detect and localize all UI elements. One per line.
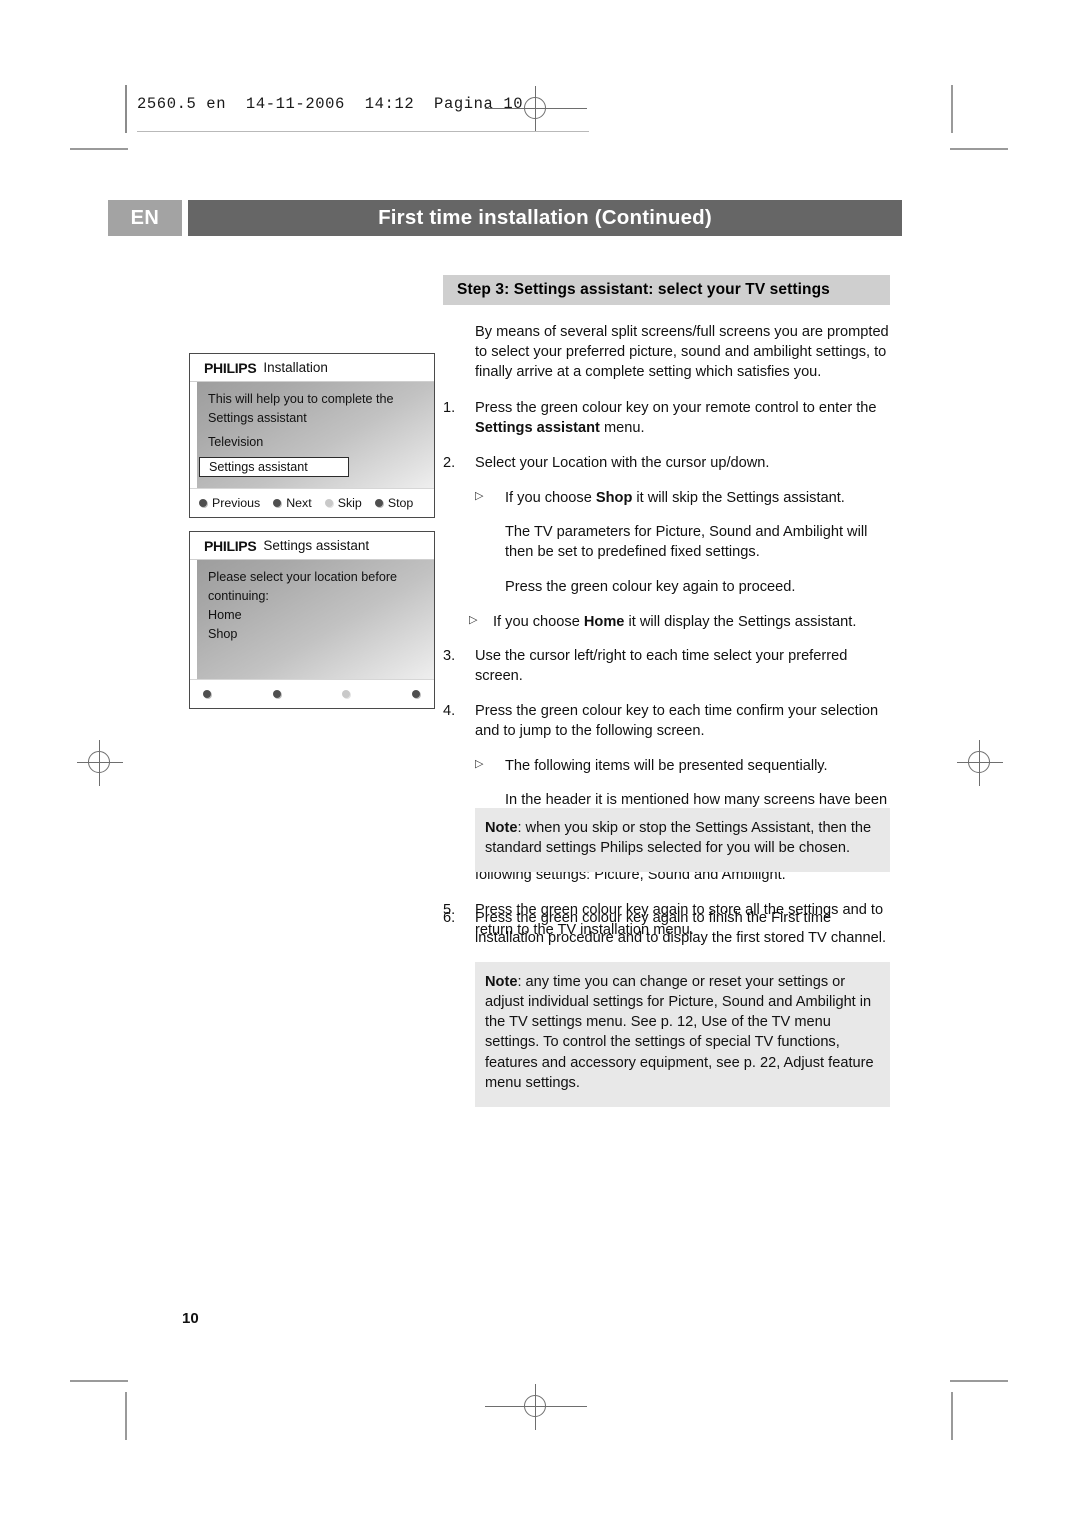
step-2-sub-1-cont-1: The TV parameters for Picture, Sound and… xyxy=(505,524,868,561)
step-2-sub-2-bold: Home xyxy=(583,613,625,630)
step-2-sub-1-cont-2: Press the green colour key again to proc… xyxy=(505,578,796,595)
step-2-sub-2-pre: If you choose xyxy=(493,613,584,630)
step-3-text: Use the cursor left/right to each time s… xyxy=(475,648,848,685)
step-2-number: 2. xyxy=(443,454,456,471)
crop-mark-bottom-left-horizontal xyxy=(70,1380,128,1382)
step-4-sub-1-text: The following items will be presented se… xyxy=(505,757,828,774)
tv-screen-2-line-1: Please select your location before xyxy=(208,570,398,584)
crop-mark-bottom-left-vertical xyxy=(125,1392,127,1440)
crop-mark-top-right-vertical xyxy=(951,85,953,133)
step-1-number: 1. xyxy=(443,400,456,417)
page-number: 10 xyxy=(182,1310,199,1327)
tv-screen-2-footer xyxy=(190,679,434,708)
tv-button-red[interactable] xyxy=(203,690,216,698)
language-badge: EN xyxy=(108,200,182,236)
registration-mark-left-middle xyxy=(77,740,123,786)
tv-screen-1-footer: Previous Next Skip Stop xyxy=(190,488,434,517)
note-box-2: Note: any time you can change or reset y… xyxy=(475,962,890,1107)
tv-button-stop[interactable]: Stop xyxy=(374,496,414,510)
tv-screen-2-titlebar: PHILIPS Settings assistant xyxy=(190,532,434,559)
tv-button-green[interactable] xyxy=(273,690,286,698)
tv-button-skip[interactable]: Skip xyxy=(324,496,362,510)
step-4-number: 4. xyxy=(443,702,456,719)
crop-mark-bottom-right-vertical xyxy=(951,1392,953,1440)
tv-screen-2-option-shop[interactable]: Shop xyxy=(208,625,424,644)
tv-screen-1-line-1: This will help you to complete the Setti… xyxy=(208,392,394,425)
step-2-sub-2-post: it will display the Settings assistant. xyxy=(624,613,857,630)
registration-mark-right-middle xyxy=(957,740,1003,786)
crop-mark-bottom-right-horizontal xyxy=(950,1380,1008,1382)
tv-screen-1-left-stub xyxy=(190,382,197,488)
tv-screen-2-title: Settings assistant xyxy=(263,538,370,553)
step-1: 1. Press the green colour key on your rem… xyxy=(443,398,891,438)
tv-screen-2-body: Please select your location before conti… xyxy=(190,559,434,679)
step-4-sub-1: ▷ The following items will be presented s… xyxy=(443,756,891,776)
philips-logo: PHILIPS xyxy=(204,359,257,376)
philips-logo: PHILIPS xyxy=(204,537,257,554)
step-1-text-bold: Settings assistant xyxy=(475,420,600,437)
step-3: 3. Use the cursor left/right to each time… xyxy=(443,646,891,686)
note-1-body: : when you skip or stop the Settings Ass… xyxy=(485,820,872,857)
step-4-text: Press the green colour key to each time … xyxy=(475,702,879,740)
note-box-1: Note: when you skip or stop the Settings… xyxy=(475,808,890,873)
page-title: First time installation (Continued) xyxy=(188,200,902,236)
step-header: Step 3: Settings assistant: select your … xyxy=(443,275,890,305)
yellow-dot-icon xyxy=(342,690,350,698)
step-6-number: 6. xyxy=(443,909,456,926)
intro-paragraph: By means of several split screens/full s… xyxy=(475,324,889,381)
step-2-sub-1-bold: Shop xyxy=(595,489,633,506)
step-2-sub-2: ▷ If you choose Home it will display the … xyxy=(443,612,891,632)
page-title-band: EN First time installation (Continued) xyxy=(108,200,902,236)
tv-screen-settings-assistant: PHILIPS Settings assistant Please select… xyxy=(189,531,435,709)
note-2-second-paragraph: To control the settings of special TV fu… xyxy=(485,1034,874,1091)
step-3-number: 3. xyxy=(443,648,456,665)
slug-divider xyxy=(125,85,127,133)
blue-dot-icon xyxy=(374,499,383,507)
step-4: 4. Press the green colour key to each tim… xyxy=(443,701,891,741)
tv-screen-2-option-home[interactable]: Home xyxy=(208,606,424,625)
step-2-sub-1: ▷ If you choose Shop it will skip the Set… xyxy=(443,488,891,508)
tv-button-previous-label: Previous xyxy=(212,496,261,510)
green-dot-icon xyxy=(273,690,281,698)
tv-button-blue[interactable] xyxy=(412,690,425,698)
tv-button-next-label: Next xyxy=(286,496,312,510)
tv-button-previous[interactable]: Previous xyxy=(199,496,260,510)
triangle-bullet-icon: ▷ xyxy=(475,757,484,770)
tv-screen-installation: PHILIPS Installation This will help you … xyxy=(189,353,435,518)
crop-mark-top-left-horizontal xyxy=(70,148,128,150)
red-dot-icon xyxy=(203,690,211,698)
yellow-dot-icon xyxy=(324,499,333,507)
tv-button-yellow[interactable] xyxy=(342,690,355,698)
registration-mark-bottom-center xyxy=(485,1384,587,1430)
tv-screen-1-titlebar: PHILIPS Installation xyxy=(190,354,434,381)
tv-screen-2-left-stub xyxy=(190,560,197,679)
step-1-text-post: menu. xyxy=(599,420,645,437)
tv-screen-2-line-2: continuing: xyxy=(208,588,269,603)
step-6: 6. Press the green colour key again to fi… xyxy=(443,908,891,948)
step-2-sub-1-pre: If you choose xyxy=(505,489,596,506)
step-6-block: 6. Press the green colour key again to fi… xyxy=(443,893,891,948)
triangle-bullet-icon: ▷ xyxy=(469,613,478,626)
step-1-text-pre: Press the green colour key on your remot… xyxy=(475,400,877,417)
tv-screen-1-body: This will help you to complete the Setti… xyxy=(190,381,434,488)
step-2: 2. Select your Location with the cursor u… xyxy=(443,453,891,473)
tv-screen-1-title: Installation xyxy=(263,360,328,375)
tv-screen-1-selected-item[interactable]: Settings assistant xyxy=(199,456,349,477)
print-slug: 2560.5 en 14-11-2006 14:12 Pagina 10 xyxy=(137,95,524,113)
step-2-sub-1-post: it will skip the Settings assistant. xyxy=(632,489,845,506)
triangle-bullet-icon: ▷ xyxy=(475,489,484,502)
tv-button-next[interactable]: Next xyxy=(273,496,312,510)
slug-underline xyxy=(137,131,589,133)
step-6-text: Press the green colour key again to fini… xyxy=(475,909,887,946)
crop-mark-top-right-horizontal xyxy=(950,148,1008,150)
tv-screen-1-line-2: Television xyxy=(208,434,264,449)
note-1-label: Note xyxy=(485,820,518,836)
tv-button-stop-label: Stop xyxy=(387,496,414,510)
tv-button-skip-label: Skip xyxy=(337,496,362,510)
step-2-text: Select your Location with the cursor up/… xyxy=(475,454,770,471)
green-dot-icon xyxy=(273,499,282,507)
red-dot-icon xyxy=(199,499,207,507)
note-2-label: Note xyxy=(485,974,518,990)
blue-dot-icon xyxy=(412,690,420,698)
